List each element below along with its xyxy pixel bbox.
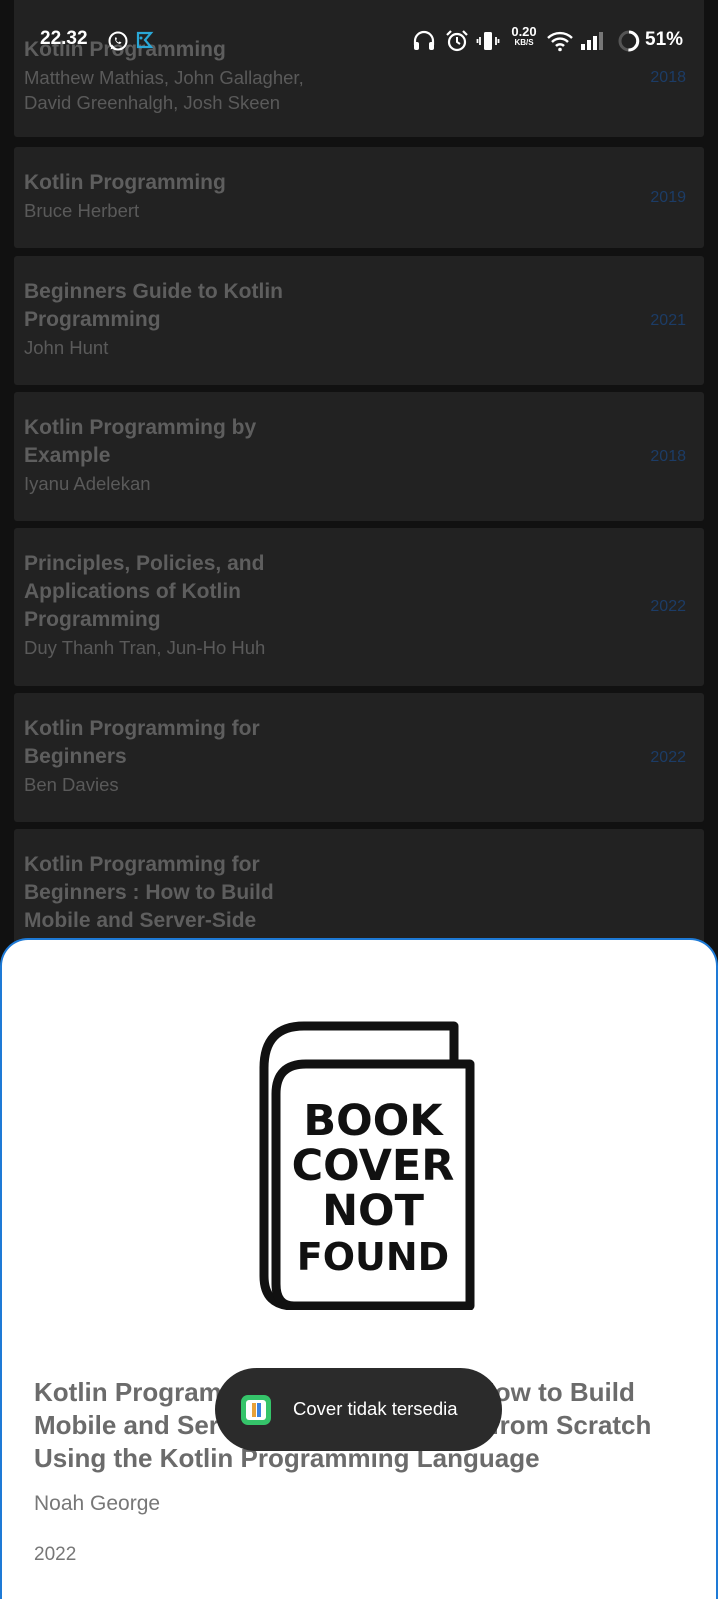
book-card[interactable]: Beginners Guide to Kotlin Programming Jo… — [14, 256, 704, 385]
book-info: Kotlin Programming for Beginners Ben Dav… — [24, 715, 324, 797]
app-notification-icon — [136, 31, 154, 49]
book-year: 2021 — [650, 311, 686, 329]
headphones-icon — [413, 30, 435, 50]
book-author: Bruce Herbert — [24, 200, 140, 221]
network-speed-value: 0.20 — [511, 24, 537, 39]
toast: Cover tidak tersedia — [215, 1368, 502, 1451]
screen: Kotlin Programming Matthew Mathias, John… — [0, 0, 718, 1599]
status-time: 22.32 — [40, 28, 88, 49]
book-author: Matthew Mathias, John Gallagher, David G… — [24, 67, 304, 113]
cover-text-line: BOOK — [303, 1096, 444, 1146]
detail-year: 2022 — [34, 1544, 77, 1565]
cover-text-line: FOUND — [297, 1235, 449, 1279]
network-speed: 0.20 KB/S — [507, 24, 541, 48]
book-title: Kotlin Programming for Beginners : How t… — [24, 853, 274, 932]
book-info: Principles, Policies, and Applications o… — [24, 550, 324, 660]
battery-ring-icon — [618, 30, 640, 52]
book-year: 2018 — [650, 69, 686, 86]
book-card[interactable]: Kotlin Programming Bruce Herbert 2019 — [14, 147, 704, 248]
detail-author: Noah George — [34, 1492, 161, 1515]
book-author: John Hunt — [24, 337, 109, 358]
book-title: Principles, Policies, and Applications o… — [24, 552, 265, 631]
cover-text-line: NOT — [322, 1186, 425, 1236]
book-title: Beginners Guide to Kotlin Programming — [24, 280, 284, 331]
book-author: Duy Thanh Tran, Jun-Ho Huh — [24, 637, 266, 658]
book-author: Iyanu Adelekan — [24, 473, 151, 494]
book-title: Kotlin Programming by Example — [24, 416, 257, 467]
book-info: Beginners Guide to Kotlin Programming Jo… — [24, 278, 324, 360]
book-info: Kotlin Programming for Beginners : How t… — [24, 851, 324, 935]
book-title: Kotlin Programming — [24, 171, 226, 194]
book-info: Kotlin Programming Bruce Herbert — [24, 169, 324, 223]
whatsapp-icon — [108, 31, 128, 51]
book-year: 2022 — [650, 748, 686, 766]
book-author: Ben Davies — [24, 774, 119, 795]
wifi-icon — [547, 31, 573, 52]
book-card[interactable]: Kotlin Programming by Example Iyanu Adel… — [14, 392, 704, 521]
book-year: 2018 — [650, 447, 686, 465]
book-info: Kotlin Programming by Example Iyanu Adel… — [24, 414, 324, 496]
status-bar: 22.32 0.20 KB/S 51% — [0, 0, 718, 60]
alarm-icon — [446, 30, 468, 52]
book-card[interactable]: Kotlin Programming for Beginners Ben Dav… — [14, 693, 704, 822]
cover-text-line: COVER — [292, 1141, 455, 1191]
vibrate-icon — [476, 32, 500, 50]
battery-percent: 51% — [645, 29, 684, 50]
book-cover-not-found-image: BOOK COVER NOT FOUND — [259, 1021, 475, 1310]
app-icon — [241, 1395, 271, 1425]
signal-icon — [581, 32, 603, 50]
book-card[interactable]: Principles, Policies, and Applications o… — [14, 528, 704, 686]
book-detail-sheet[interactable]: BOOK COVER NOT FOUND Kotlin Programming … — [0, 938, 718, 1599]
book-year: 2019 — [650, 188, 686, 206]
book-year: 2022 — [650, 598, 686, 615]
toast-message: Cover tidak tersedia — [293, 1398, 458, 1419]
book-title: Kotlin Programming for Beginners — [24, 717, 260, 768]
